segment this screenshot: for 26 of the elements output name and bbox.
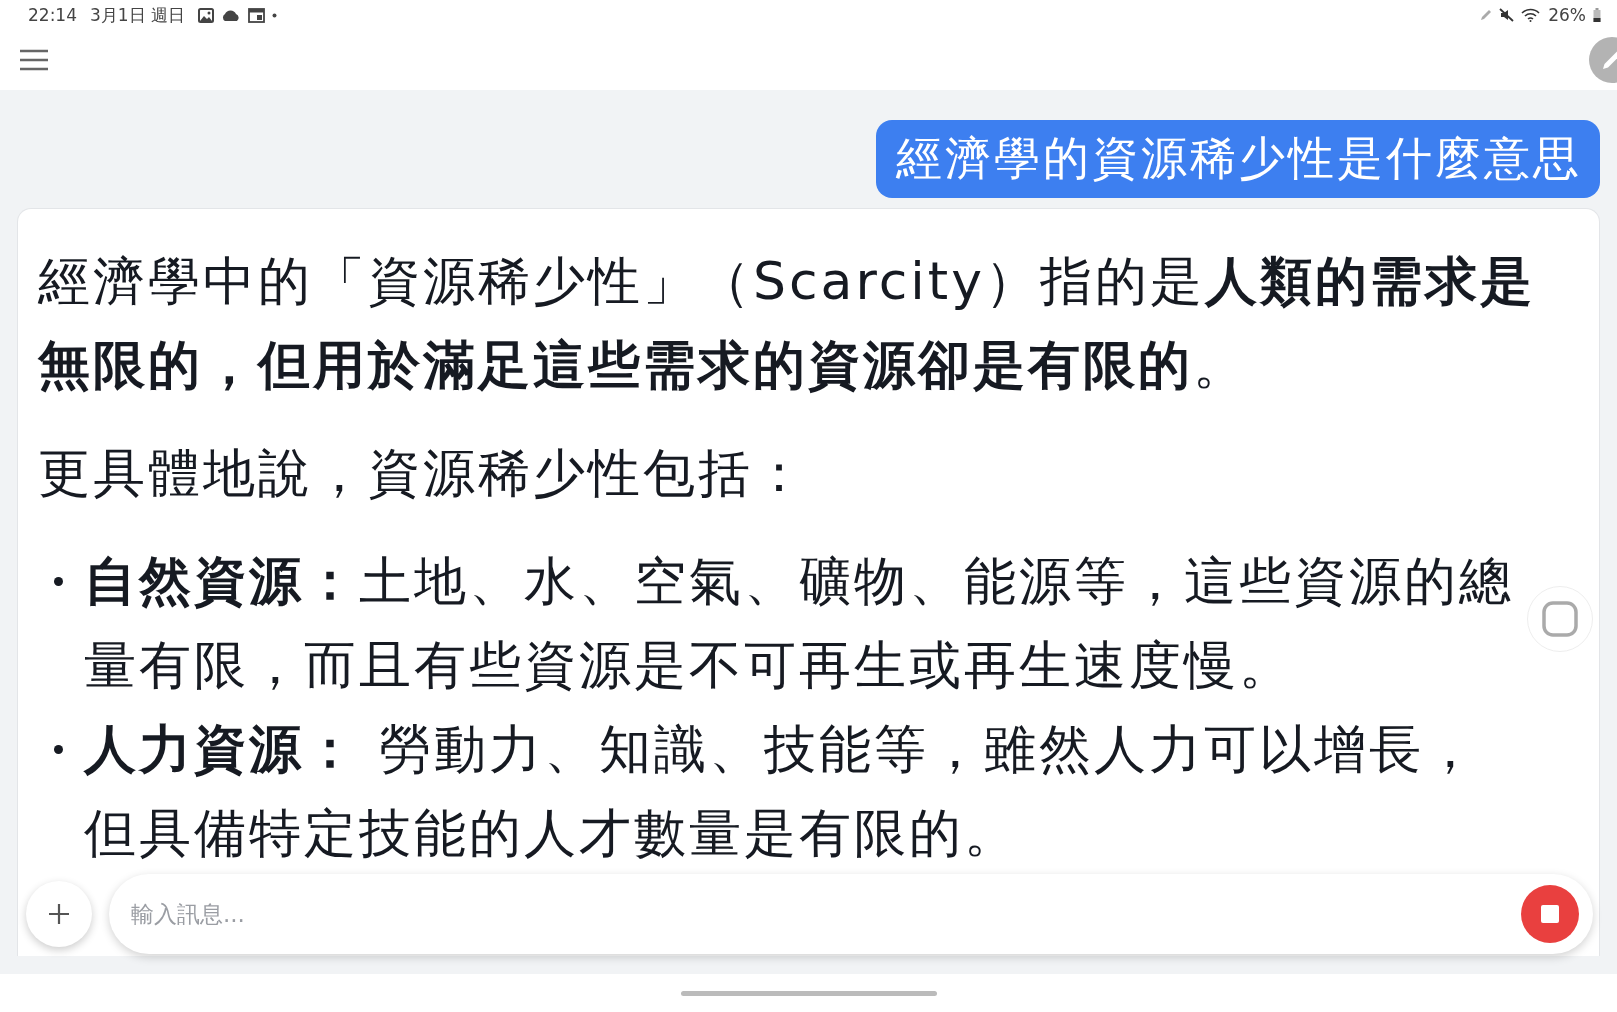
menu-icon[interactable]	[20, 49, 48, 71]
status-date: 3月1日 週日	[90, 3, 186, 27]
plus-icon	[48, 903, 70, 925]
cloud-icon	[221, 8, 242, 22]
status-time: 22:14	[28, 5, 77, 25]
user-message: 經濟學的資源稀少性是什麼意思	[876, 120, 1600, 198]
wifi-icon	[1521, 8, 1542, 22]
square-icon	[1541, 600, 1579, 638]
image-icon	[198, 7, 215, 23]
bullet-dot	[54, 745, 63, 754]
stop-icon	[1541, 905, 1559, 923]
bullet-text: 自然資源：土地、水、空氣、礦物、能源等，這些資源的總量有限，而且有些資源是不可再生或再生速度慢。	[84, 550, 1515, 697]
battery-icon	[1593, 8, 1601, 22]
answer-paragraph: 更具體地說，資源稀少性包括：	[38, 442, 809, 505]
calendar-icon	[248, 7, 266, 23]
bullet-dot	[54, 577, 63, 586]
pencil-icon	[1601, 49, 1617, 71]
battery-percentage: 26%	[1548, 5, 1586, 25]
pencil-icon	[1480, 9, 1493, 21]
answer-paragraph: 經濟學中的「資源稀少性」（Scarcity）指的是人類的需求是無限的，但用於滿足這些需求的資源卻是有限的。	[38, 250, 1536, 397]
home-indicator[interactable]	[680, 990, 937, 996]
dot-icon	[272, 12, 278, 18]
bullet-text: 人力資源： 勞動力、知識、技能等，雖然人力可以增長，但具備特定技能的人才數量是有限的。	[84, 718, 1480, 865]
stop-button[interactable]	[1521, 885, 1579, 943]
mute-icon	[1499, 8, 1515, 22]
message-input[interactable]: 輸入訊息...	[129, 900, 1521, 928]
